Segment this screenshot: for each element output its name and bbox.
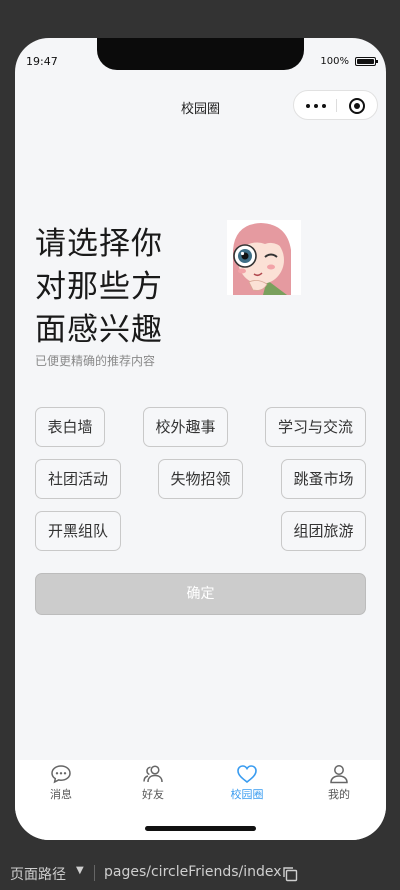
- path-divider: [94, 865, 95, 881]
- interest-tag[interactable]: 开黑组队: [35, 511, 121, 551]
- tab-mine[interactable]: 我的: [309, 764, 369, 802]
- chat-bubble-icon: [51, 765, 71, 784]
- more-dots-icon[interactable]: [306, 104, 328, 108]
- interest-tag[interactable]: 表白墙: [35, 407, 105, 447]
- interest-tag[interactable]: 跳蚤市场: [281, 459, 366, 499]
- interest-tag[interactable]: 组团旅游: [281, 511, 366, 551]
- capsule-divider: [336, 99, 337, 112]
- tab-messages[interactable]: 消息: [31, 764, 91, 802]
- interest-tag[interactable]: 失物招领: [158, 459, 243, 499]
- friends-icon: [143, 765, 163, 783]
- headline-line: 面感兴趣: [35, 312, 163, 348]
- copy-icon[interactable]: [282, 866, 298, 882]
- nav-bar: 校园圈: [15, 90, 386, 122]
- tab-label: 好友: [142, 788, 164, 801]
- status-bar: 19:47 100%: [15, 38, 386, 78]
- home-indicator-area: [15, 812, 386, 840]
- tab-label: 我的: [328, 788, 350, 801]
- subtitle: 已便更精确的推荐内容: [35, 354, 156, 368]
- tab-bar: 消息 好友 校园圈 我的: [15, 760, 386, 812]
- heart-icon: [237, 765, 257, 784]
- page-path-bar: 页面路径 ▼ pages/circleFriends/index: [0, 856, 400, 890]
- notch: [97, 38, 304, 70]
- interest-tag[interactable]: 校外趣事: [143, 407, 228, 447]
- status-time: 19:47: [26, 55, 58, 68]
- headline: 请选择你 对那些方 面感兴趣: [35, 223, 185, 352]
- tab-campus-circle[interactable]: 校园圈: [217, 764, 277, 802]
- mini-program-capsule: [293, 90, 378, 120]
- headline-line: 对那些方: [35, 269, 163, 305]
- page-path-value: pages/circleFriends/index: [104, 864, 282, 880]
- battery-icon: [355, 57, 378, 66]
- dropdown-caret-icon[interactable]: ▼: [76, 865, 84, 876]
- phone-screen: 19:47 100% 校园圈 请选择你 对那些方 面感兴趣 已便更精确的推荐内容: [15, 38, 386, 840]
- interest-tag[interactable]: 学习与交流: [265, 407, 366, 447]
- confirm-button[interactable]: 确定: [35, 573, 366, 615]
- tab-friends[interactable]: 好友: [123, 764, 183, 802]
- user-icon: [330, 765, 348, 784]
- target-circle-icon[interactable]: [349, 98, 365, 114]
- battery-percent: 100%: [320, 56, 349, 67]
- page-path-label[interactable]: 页面路径: [10, 864, 66, 884]
- home-indicator[interactable]: [145, 826, 256, 831]
- cartoon-girl-avatar: [227, 220, 301, 295]
- interest-tag[interactable]: 社团活动: [35, 459, 121, 499]
- tab-label: 消息: [50, 788, 72, 801]
- tab-label: 校园圈: [230, 788, 264, 801]
- headline-line: 请选择你: [35, 226, 163, 262]
